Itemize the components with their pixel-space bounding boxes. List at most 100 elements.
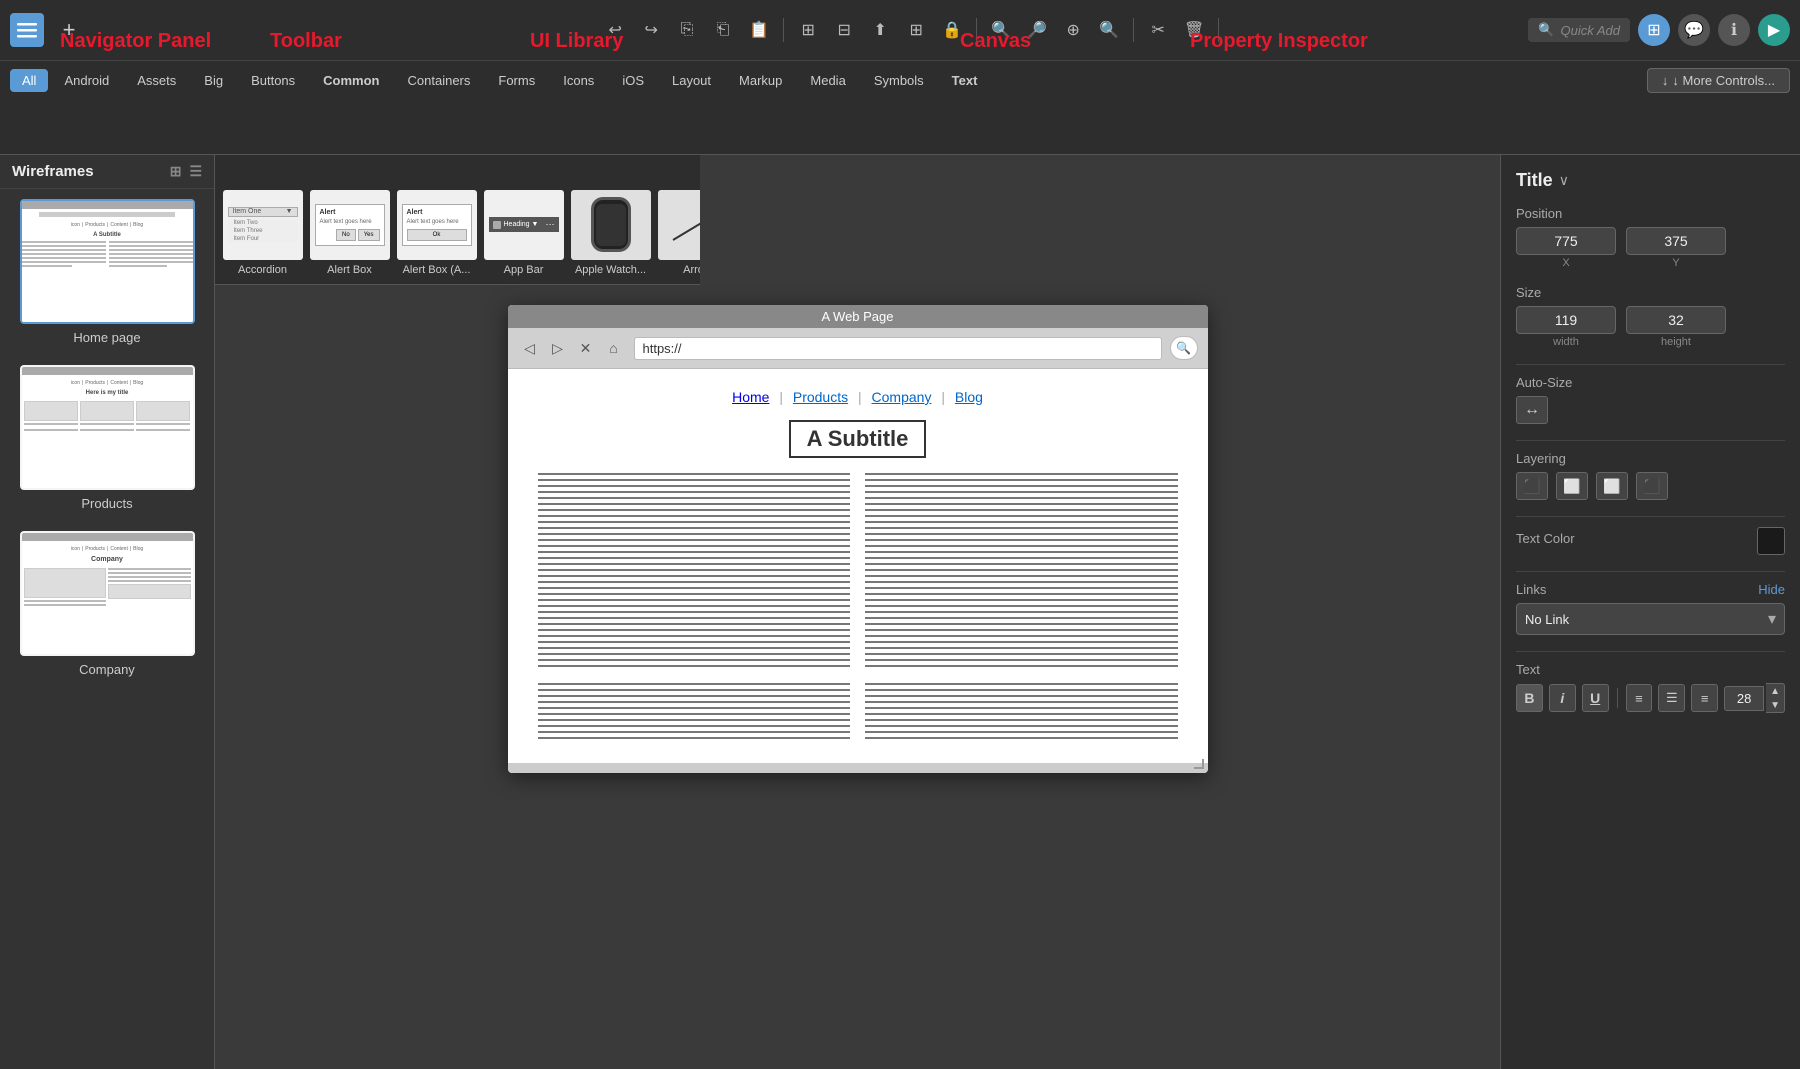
library-item-accordion[interactable]: Item One ▼ Item Two Item Three Item Four… [220, 160, 305, 280]
browser-search-icon[interactable]: 🔍 [1170, 336, 1198, 360]
filter-big[interactable]: Big [192, 69, 235, 92]
prop-title: Title [1516, 170, 1553, 191]
underline-button[interactable]: U [1582, 684, 1609, 712]
quick-add-search[interactable]: 🔍 Quick Add [1528, 18, 1630, 42]
position-x-group: X [1516, 227, 1616, 269]
redo-button[interactable]: ↪ [635, 14, 667, 46]
filter-markup[interactable]: Markup [727, 69, 794, 92]
filter-android[interactable]: Android [52, 69, 121, 92]
grid-button[interactable]: ⊞ [900, 14, 932, 46]
paste-button[interactable]: ⎗ [707, 14, 739, 46]
filter-common[interactable]: Common [311, 69, 391, 92]
page-item-products[interactable]: icon|Products|Content|Blog Here is my ti… [10, 365, 204, 511]
size-width-input[interactable] [1516, 306, 1616, 334]
font-size-down-button[interactable]: ▼ [1766, 698, 1784, 712]
info-button[interactable]: ℹ [1718, 14, 1750, 46]
position-x-input[interactable] [1516, 227, 1616, 255]
page-item-home[interactable]: icon|Products|Content|Blog A Subtitle [10, 199, 204, 345]
inspector-toggle-button[interactable]: ⊞ [1638, 14, 1670, 46]
italic-button[interactable]: i [1549, 684, 1576, 712]
hide-link[interactable]: Hide [1758, 582, 1785, 597]
size-row: width height [1516, 306, 1785, 348]
browser-forward-button[interactable]: ▷ [546, 336, 570, 360]
align-right-button[interactable]: ≡ [1691, 684, 1718, 712]
filter-row: All Android Assets Big Buttons Common Co… [0, 60, 1800, 100]
cut-button[interactable]: ✂ [1142, 14, 1174, 46]
filter-buttons[interactable]: Buttons [239, 69, 307, 92]
filter-containers[interactable]: Containers [396, 69, 483, 92]
nav-home-link[interactable]: Home [732, 389, 769, 405]
library-item-accordion-preview: Item One ▼ Item Two Item Three Item Four [223, 190, 303, 260]
layering-label: Layering [1516, 451, 1785, 466]
size-width-group: width [1516, 306, 1616, 348]
zoom-button[interactable]: ⊕ [1057, 14, 1089, 46]
add-button[interactable]: + [52, 13, 86, 47]
copy-button[interactable]: ⎘ [671, 14, 703, 46]
position-y-input[interactable] [1626, 227, 1726, 255]
filter-ios[interactable]: iOS [610, 69, 656, 92]
library-item-arrow-preview [658, 190, 701, 260]
nav-company-link[interactable]: Company [872, 389, 932, 405]
resize-handle[interactable] [508, 763, 1208, 773]
export-button[interactable]: ⬆ [864, 14, 896, 46]
library-item-alertbox2[interactable]: Alert Alert text goes here Ok Alert Box … [394, 160, 479, 280]
nav-separator1: | [779, 389, 787, 405]
search3-button[interactable]: 🔍 [1093, 14, 1125, 46]
layer-front-button[interactable]: ⬛ [1516, 472, 1548, 500]
prop-divider4 [1516, 571, 1785, 572]
undo-button[interactable]: ↩ [599, 14, 631, 46]
property-panel: Title ∨ Position X Y Size width heig [1500, 155, 1800, 1069]
size-height-input[interactable] [1626, 306, 1726, 334]
comment-button[interactable]: 💬 [1678, 14, 1710, 46]
library-item-applewatch[interactable]: Apple Watch... [568, 160, 653, 280]
library-label-arrow: Arrow [683, 264, 700, 276]
nav-products-link[interactable]: Products [793, 389, 848, 405]
trash-button[interactable]: 🗑 [1178, 14, 1210, 46]
layer-backward-button[interactable]: ⬜ [1596, 472, 1628, 500]
font-size-input[interactable] [1724, 686, 1764, 711]
filter-icons[interactable]: Icons [551, 69, 606, 92]
clipboard-button[interactable]: 📋 [743, 14, 775, 46]
navigator-toggle-button[interactable] [10, 13, 44, 47]
list-view-icon[interactable]: ☰ [189, 163, 202, 180]
size-label: Size [1516, 285, 1785, 300]
filter-assets[interactable]: Assets [125, 69, 188, 92]
align-left-button[interactable]: ≡ [1626, 684, 1653, 712]
play-button[interactable]: ▶ [1758, 14, 1790, 46]
text-color-swatch[interactable] [1757, 527, 1785, 555]
ungroup-button[interactable]: ⊟ [828, 14, 860, 46]
filter-forms[interactable]: Forms [486, 69, 547, 92]
align-center-button[interactable]: ☰ [1658, 684, 1685, 712]
bold-button[interactable]: B [1516, 684, 1543, 712]
filter-all[interactable]: All [10, 69, 48, 92]
layer-forward-button[interactable]: ⬜ [1556, 472, 1588, 500]
search2-button[interactable]: 🔎 [1021, 14, 1053, 46]
library-item-appbar[interactable]: Heading ▼ ⋯ App Bar [481, 160, 566, 280]
filter-layout[interactable]: Layout [660, 69, 723, 92]
filter-right: ↓ ↓ More Controls... [1647, 68, 1790, 93]
browser-home-button[interactable]: ⌂ [602, 336, 626, 360]
prop-title-row: Title ∨ [1516, 170, 1785, 191]
library-item-alertbox[interactable]: Alert Alert text goes here No Yes Alert … [307, 160, 392, 280]
browser-url-input[interactable] [634, 337, 1162, 360]
group-button[interactable]: ⊞ [792, 14, 824, 46]
browser-close-button[interactable]: ✕ [574, 336, 598, 360]
corner-resize-handle[interactable] [1194, 759, 1204, 769]
nav-blog-link[interactable]: Blog [955, 389, 983, 405]
links-row: No Link ▾ [1516, 603, 1785, 635]
page-item-company[interactable]: icon|Products|Content|Blog Company [10, 531, 204, 677]
grid-view-icon[interactable]: ⊞ [170, 163, 182, 180]
size-width-label: width [1516, 336, 1616, 348]
font-size-up-button[interactable]: ▲ [1766, 684, 1784, 698]
filter-symbols[interactable]: Symbols [862, 69, 936, 92]
library-item-arrow[interactable]: Arrow [655, 160, 700, 280]
filter-media[interactable]: Media [798, 69, 857, 92]
filter-text[interactable]: Text [940, 69, 990, 92]
prop-chevron-icon[interactable]: ∨ [1559, 172, 1569, 189]
layer-back-button[interactable]: ⬛ [1636, 472, 1668, 500]
more-controls-button[interactable]: ↓ ↓ More Controls... [1647, 68, 1790, 93]
autosize-button[interactable]: ↔ [1516, 396, 1548, 424]
search1-button[interactable]: 🔍 [985, 14, 1017, 46]
browser-back-button[interactable]: ◁ [518, 336, 542, 360]
lock-button[interactable]: 🔒 [936, 14, 968, 46]
